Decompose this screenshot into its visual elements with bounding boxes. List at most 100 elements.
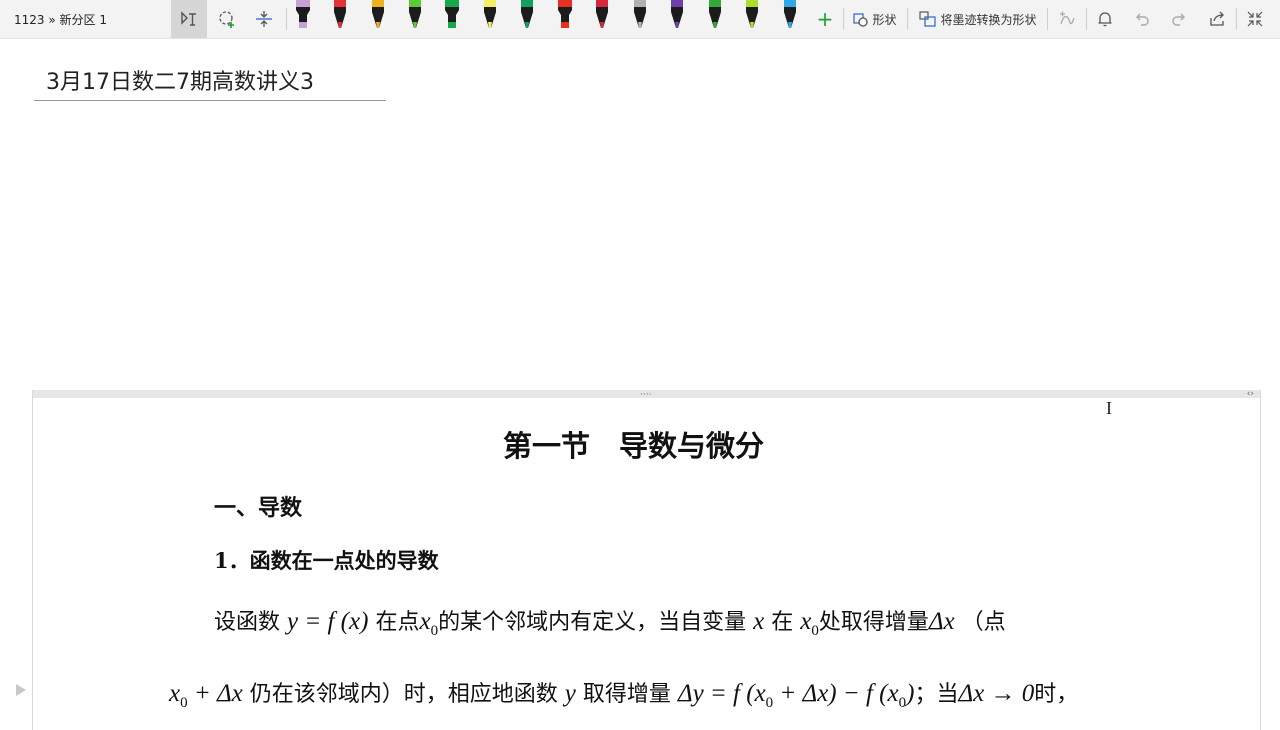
pen-14-button[interactable]: [780, 0, 800, 32]
pen-icon: [709, 0, 721, 28]
text-run: （点: [961, 610, 1006, 635]
bell-icon: [1098, 12, 1112, 27]
math-run: Δy = f (x: [677, 680, 766, 707]
ink-to-shape-icon: [919, 11, 937, 27]
text-run: 设函数: [214, 610, 281, 635]
lasso-cursor-icon: [181, 11, 196, 26]
pen-13-button[interactable]: [742, 0, 762, 32]
embedded-document[interactable]: ···· ‹› 第一节 导数与微分 一、导数 1．函数在一点处的导数 设函数 y…: [32, 390, 1261, 730]
pen-9-button[interactable]: [592, 0, 612, 32]
pen-12-button[interactable]: [705, 0, 725, 32]
math-subscript: 0: [811, 623, 819, 639]
share-icon: [1210, 11, 1224, 26]
math-var: x: [800, 608, 812, 635]
text-run: 处取得增量: [818, 610, 929, 635]
math-subscript: 0: [430, 623, 439, 639]
pen-icon: [372, 0, 384, 28]
ink-to-math-button[interactable]: [1054, 0, 1080, 38]
math-run: + Δx: [187, 680, 243, 707]
pen-6-button[interactable]: [480, 0, 500, 32]
ink-to-math-icon: [1060, 11, 1075, 25]
pen-icon: [484, 0, 496, 28]
highlighter-icon: [296, 0, 310, 28]
notifications-button[interactable]: [1093, 0, 1117, 38]
pen-icon: [784, 0, 796, 28]
text-run: 的某个邻域内有定义，当自变量: [438, 610, 747, 635]
paragraph-line-1: 设函数 y = f (x) 在点x0的某个邻域内有定义，当自变量 x 在 x0处…: [214, 604, 1006, 640]
pen-icon: [634, 0, 646, 28]
lasso-select-button[interactable]: [212, 0, 242, 38]
shapes-icon: [853, 13, 869, 27]
formula-x0-plus-dx: x0 + Δx: [169, 680, 243, 711]
breadcrumb-notebook[interactable]: 1123: [14, 13, 45, 27]
toolbar-divider: [286, 8, 287, 30]
insert-space-icon: [256, 11, 272, 27]
heading-derivative: 一、导数: [214, 495, 303, 521]
text-run: ；当: [914, 682, 959, 707]
resize-arrows-icon[interactable]: ‹›: [1247, 390, 1254, 399]
pen-3-button[interactable]: [368, 0, 388, 32]
pen-icon: [596, 0, 608, 28]
pen-11-button[interactable]: [667, 0, 687, 32]
pen-icon: [521, 0, 533, 28]
pen-icon: [334, 0, 346, 28]
math-var: x: [419, 608, 431, 635]
breadcrumb[interactable]: 1123 » 新分区 1: [14, 11, 107, 28]
math-run: + Δx) − f (x: [773, 680, 899, 707]
pen-7-button[interactable]: [517, 0, 537, 32]
section-title: 第一节 导数与微分: [503, 429, 765, 463]
add-icon: +: [816, 7, 834, 31]
ink-to-shape-label: 将墨迹转换为形状: [940, 12, 1037, 27]
pen-1-button[interactable]: [293, 0, 313, 32]
add-pen-button[interactable]: +: [814, 0, 836, 38]
heading-derivative-at-point: 1．函数在一点处的导数: [214, 548, 439, 573]
toolbar-divider: [1047, 8, 1048, 30]
undo-icon: [1136, 13, 1149, 26]
title-underline: [34, 100, 386, 101]
breadcrumb-separator: »: [48, 13, 56, 27]
formula-y-fx: y = f (x): [287, 608, 369, 635]
pen-5-button[interactable]: [442, 0, 462, 32]
page-scroll-arrow-icon[interactable]: [16, 684, 26, 696]
redo-icon: [1172, 13, 1185, 26]
formula-dx-to-zero: Δx → 0: [958, 680, 1035, 707]
formula-delta-y: Δy = f (x0 + Δx) − f (x0): [677, 680, 915, 711]
type-select-tool-button[interactable]: [171, 0, 207, 38]
formula-x: x: [753, 608, 765, 635]
text-run: 取得增量: [582, 682, 671, 707]
pen-icon: [409, 0, 421, 28]
document-handle-bar[interactable]: ···· ‹›: [33, 390, 1260, 400]
undo-button[interactable]: [1130, 0, 1154, 38]
ink-to-shape-button[interactable]: 将墨迹转换为形状: [915, 0, 1041, 38]
redo-button[interactable]: [1167, 0, 1191, 38]
text-run: 仍在该邻域内）时，相应地函数: [249, 682, 558, 707]
math-subscript: 0: [180, 695, 188, 711]
formula-x0: x0: [800, 608, 819, 639]
toolbar-divider: [1086, 8, 1087, 30]
lasso-add-icon: [219, 11, 234, 28]
text-run: 时，: [1034, 682, 1079, 707]
pen-icon: [671, 0, 683, 28]
math-subscript: 0: [898, 695, 907, 711]
pen-10-button[interactable]: [630, 0, 650, 32]
paragraph-line-2: x0 + Δx 仍在该邻域内）时，相应地函数 y 取得增量 Δy = f (x0…: [169, 676, 1078, 712]
shapes-button[interactable]: 形状: [850, 0, 900, 38]
collapse-button[interactable]: [1243, 0, 1267, 38]
text-cursor-icon: I: [1106, 398, 1112, 418]
formula-y: y: [564, 680, 576, 707]
text-run: 在: [771, 610, 794, 635]
math-var: x: [169, 680, 181, 707]
highlighter-icon: [558, 0, 572, 28]
share-button[interactable]: [1205, 0, 1229, 38]
drag-handle-icon[interactable]: ····: [640, 391, 651, 400]
ink-toolbar: 1123 » 新分区 1 + 形状 将墨迹转换为形状: [0, 0, 1280, 39]
toolbar-divider: [1236, 8, 1237, 30]
pen-2-button[interactable]: [330, 0, 350, 32]
formula-x0: x0: [419, 608, 438, 639]
breadcrumb-section[interactable]: 新分区 1: [60, 13, 107, 27]
text-run: 在点: [375, 610, 420, 635]
page-title[interactable]: 3月17日数二7期高数讲义3: [46, 64, 314, 96]
pen-8-button[interactable]: [555, 0, 575, 32]
pen-4-button[interactable]: [405, 0, 425, 32]
insert-space-button[interactable]: [249, 0, 279, 38]
